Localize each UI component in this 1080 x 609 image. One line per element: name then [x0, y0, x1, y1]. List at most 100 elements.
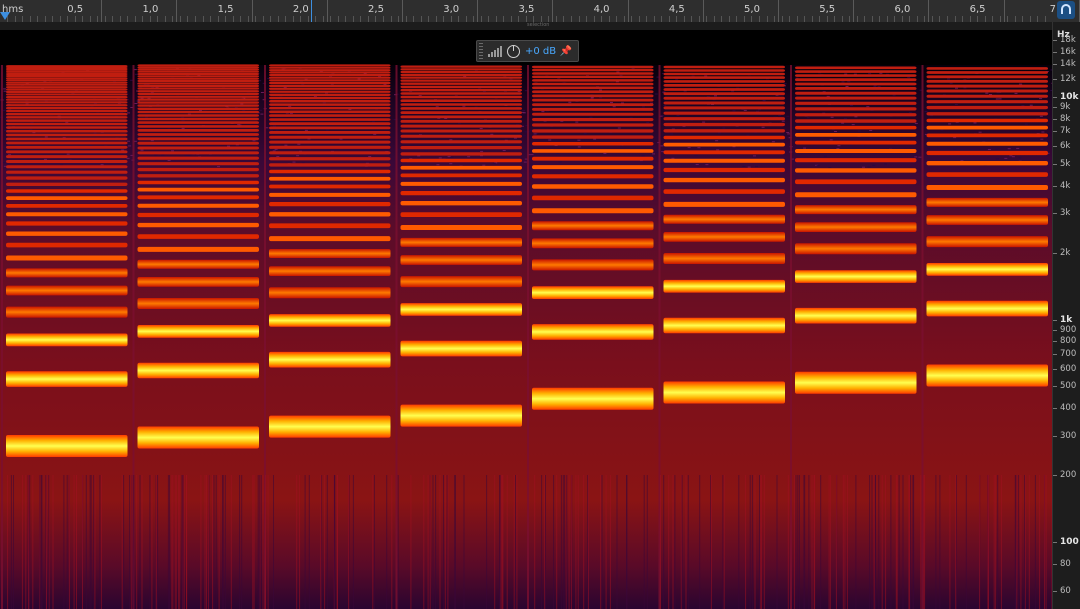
noise-speck [181, 120, 185, 122]
frequency-label: 600 [1060, 363, 1077, 374]
harmonic-band [6, 101, 128, 104]
harmonic-band [137, 222, 259, 228]
harmonic-band [532, 112, 654, 116]
frequency-label: 700 [1060, 348, 1077, 359]
harmonic-band [269, 131, 391, 134]
low-freq-streak [273, 475, 274, 609]
noise-speck [837, 145, 841, 147]
harmonic-band [532, 86, 654, 90]
harmonic-band [137, 98, 259, 101]
harmonic-band [137, 259, 259, 269]
harmonic-band [269, 87, 391, 90]
harmonic-band [663, 135, 785, 140]
harmonic-band [137, 114, 259, 117]
noise-speck [457, 122, 461, 124]
low-freq-streak [224, 475, 226, 609]
harmonic-band [926, 118, 1048, 123]
noise-speck [490, 133, 494, 135]
harmonic-band [269, 212, 391, 217]
low-freq-streak [710, 475, 712, 609]
harmonic-band [269, 126, 391, 130]
ruler-label: 7 [1049, 4, 1056, 15]
harmonic-band [795, 74, 917, 77]
noise-speck [973, 122, 977, 124]
low-freq-streak [455, 475, 456, 609]
harmonic-band [137, 129, 259, 132]
pin-icon[interactable]: 📌 [560, 46, 572, 57]
harmonic-band [6, 371, 128, 387]
harmonic-band [400, 276, 522, 288]
harmonic-band [137, 66, 259, 69]
time-ruler[interactable]: hms 0,5 1,0 1,5 2,0 2,5 3,0 3,5 4,0 4,5 5,0 5,5 6,0 6… [0, 0, 1080, 23]
noise-speck [150, 140, 154, 142]
spectrogram-canvas[interactable] [0, 30, 1052, 609]
harmonic-band [6, 435, 128, 457]
gain-readout[interactable]: +0 dB [525, 46, 556, 57]
hud-panel[interactable]: +0 dB 📌 [476, 40, 579, 62]
gain-knob-icon[interactable] [507, 44, 520, 58]
noise-speck [541, 111, 545, 113]
noise-speck [237, 124, 241, 126]
low-freq-streak [85, 475, 87, 609]
frequency-ruler[interactable]: Hz 18k 16k 14k 12k 10k 9k 8k 7k 6k 5k 4k 3k 2k 1k 900 8… [1052, 22, 1080, 609]
harmonic-band [532, 221, 654, 231]
noise-speck [998, 98, 1002, 100]
playhead-marker-icon[interactable] [0, 12, 10, 20]
harmonic-band [400, 212, 522, 217]
low-freq-streak [763, 475, 765, 609]
harmonic-band [137, 151, 259, 155]
noise-speck [44, 158, 47, 160]
harmonic-band [532, 118, 654, 122]
low-freq-streak [874, 475, 876, 609]
harmonic-band [6, 88, 128, 91]
harmonic-band [663, 88, 785, 91]
frequency-tick [1053, 79, 1057, 81]
grip-icon[interactable] [479, 43, 483, 59]
noise-speck [575, 121, 579, 123]
harmonic-band [663, 201, 785, 207]
low-freq-streak [32, 475, 34, 609]
noise-speck [252, 140, 256, 142]
frequency-tick [1053, 408, 1057, 410]
magnet-icon[interactable] [1057, 1, 1075, 19]
harmonic-band [532, 98, 654, 102]
noise-speck [3, 90, 7, 92]
low-freq-streak [987, 475, 989, 609]
spectrogram-view[interactable] [0, 30, 1052, 609]
frequency-label: 7k [1060, 126, 1071, 137]
noise-speck [715, 140, 719, 142]
harmonic-band [400, 119, 522, 123]
harmonic-band [137, 187, 259, 192]
low-freq-streak [568, 475, 570, 609]
low-freq-streak [908, 475, 910, 609]
noise-speck [438, 157, 442, 159]
harmonic-band [269, 415, 391, 438]
low-freq-streak [754, 475, 756, 609]
harmonic-band [6, 145, 128, 149]
noise-speck [918, 156, 922, 158]
low-freq-streak [1034, 475, 1036, 609]
low-freq-streak [749, 475, 751, 609]
harmonic-band [137, 107, 259, 110]
noise-speck [694, 155, 698, 156]
noise-speck [955, 87, 958, 89]
harmonic-band [532, 324, 654, 340]
noise-speck [778, 115, 782, 117]
current-time-indicator[interactable] [311, 0, 312, 22]
harmonic-band [663, 69, 785, 72]
harmonic-band [6, 83, 128, 86]
low-freq-streak [178, 475, 180, 609]
low-freq-streak [804, 475, 806, 609]
noise-speck [450, 156, 454, 158]
frequency-label: 300 [1060, 430, 1077, 441]
low-freq-streak [336, 475, 338, 609]
harmonic-band [926, 141, 1048, 146]
noise-speck [599, 97, 603, 99]
harmonic-band [269, 71, 391, 74]
harmonic-band [663, 381, 785, 404]
low-freq-streak [90, 475, 92, 609]
low-freq-streak [155, 475, 157, 609]
low-freq-streak [186, 475, 188, 609]
harmonic-band [6, 242, 128, 248]
harmonic-band [663, 150, 785, 155]
